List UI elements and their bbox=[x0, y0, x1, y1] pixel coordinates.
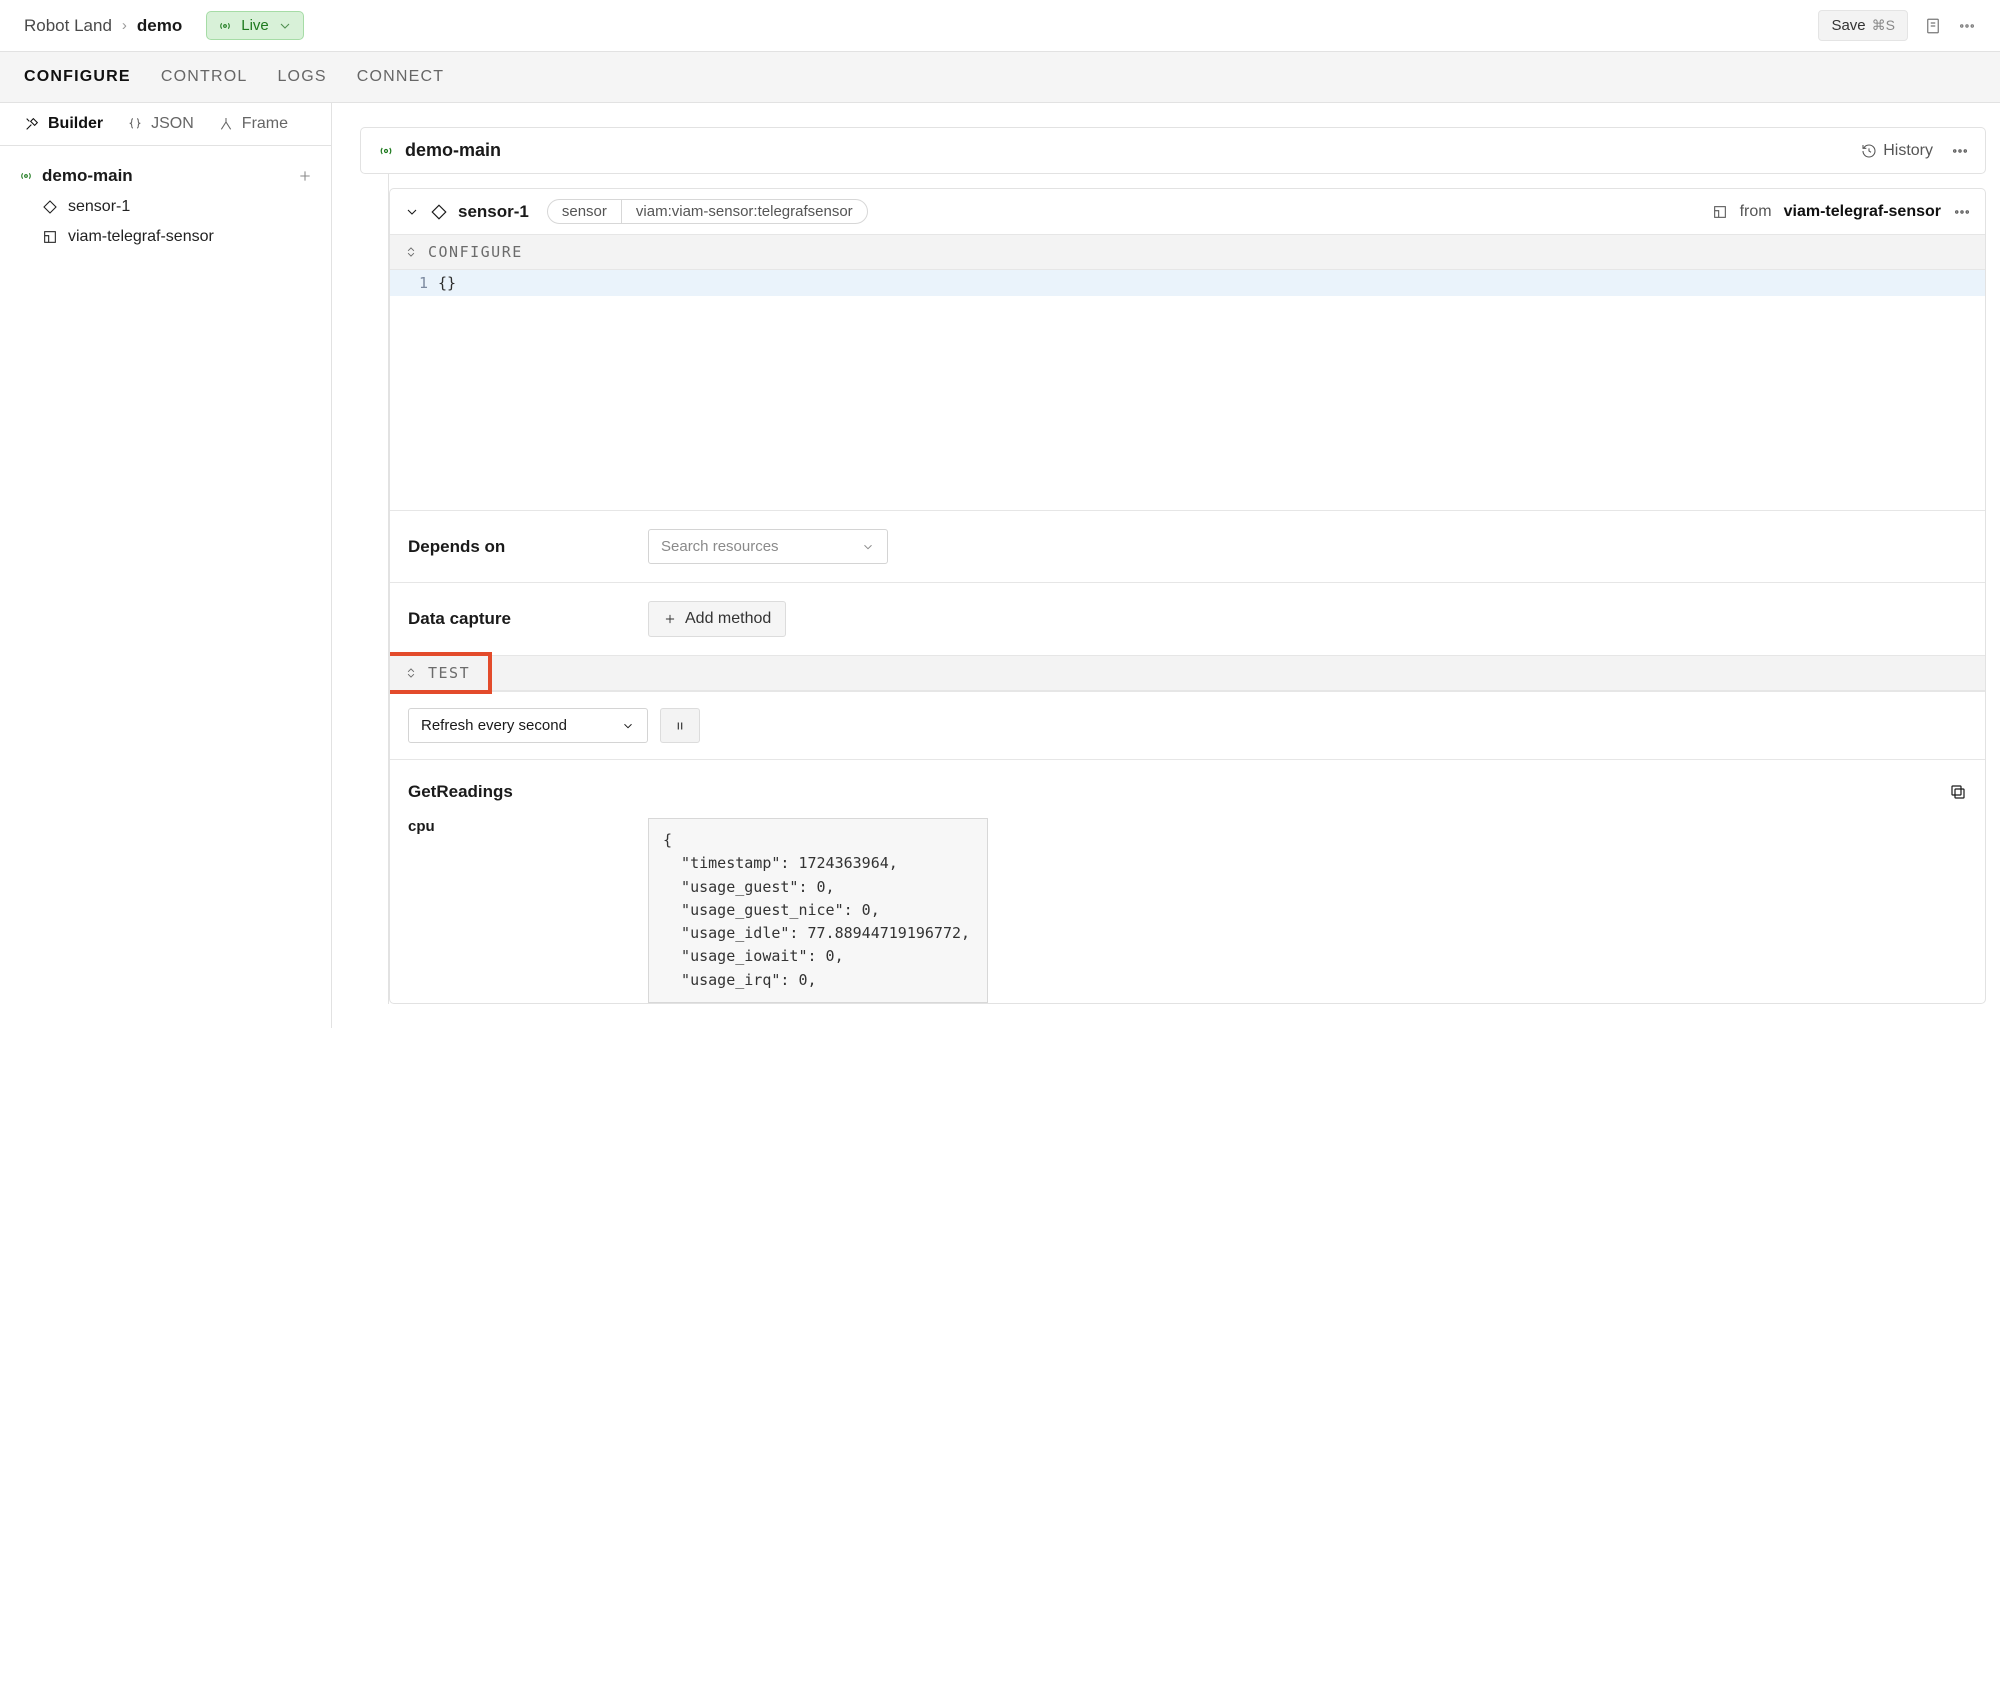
from-module[interactable]: viam-telegraf-sensor bbox=[1784, 203, 1941, 221]
tree-item-sensor-1[interactable]: sensor-1 bbox=[12, 192, 319, 222]
copy-icon[interactable] bbox=[1949, 783, 1967, 801]
save-shortcut: ⌘S bbox=[1872, 17, 1895, 34]
frame-icon bbox=[218, 116, 234, 132]
tab-configure[interactable]: CONFIGURE bbox=[24, 52, 131, 102]
code-text: {} bbox=[438, 270, 456, 296]
resource-tree: demo-main sensor-1 viam-telegraf-sensor bbox=[0, 146, 331, 266]
resource-header: sensor-1 sensor viam:viam-sensor:telegra… bbox=[390, 189, 1985, 234]
tree-item-telegraf[interactable]: viam-telegraf-sensor bbox=[12, 222, 319, 252]
tab-logs[interactable]: LOGS bbox=[277, 52, 326, 102]
reading-json: { "timestamp": 1724363964, "usage_guest"… bbox=[648, 818, 988, 1003]
tree-root-label: demo-main bbox=[42, 166, 133, 186]
more-icon[interactable] bbox=[1958, 17, 1976, 35]
resource-model: viam:viam-sensor:telegrafsensor bbox=[622, 200, 867, 223]
primary-tabs: CONFIGURE CONTROL LOGS CONNECT bbox=[0, 51, 2000, 103]
configure-section-header[interactable]: CONFIGURE bbox=[390, 234, 1985, 270]
save-label: Save bbox=[1831, 17, 1865, 34]
reading-key: cpu bbox=[408, 818, 608, 1003]
depends-placeholder: Search resources bbox=[661, 538, 779, 555]
resource-type: sensor bbox=[548, 200, 622, 223]
plus-icon bbox=[663, 612, 677, 626]
module-icon bbox=[1712, 204, 1728, 220]
live-status-pill[interactable]: Live bbox=[206, 11, 304, 40]
pause-button[interactable] bbox=[660, 708, 700, 743]
chevron-down-icon bbox=[277, 18, 293, 34]
tab-connect[interactable]: CONNECT bbox=[357, 52, 445, 102]
breadcrumb-project[interactable]: demo bbox=[137, 16, 182, 36]
history-icon bbox=[1861, 143, 1877, 159]
collapse-icon bbox=[404, 245, 418, 259]
top-bar: Robot Land › demo Live Save ⌘S bbox=[0, 0, 2000, 51]
configure-label: CONFIGURE bbox=[428, 243, 523, 261]
test-controls: Refresh every second bbox=[390, 691, 1985, 759]
breadcrumb-org[interactable]: Robot Land bbox=[24, 16, 112, 36]
broadcast-icon bbox=[377, 142, 395, 160]
diamond-icon bbox=[430, 203, 448, 221]
tools-icon bbox=[24, 116, 40, 132]
tree-root[interactable]: demo-main bbox=[12, 160, 319, 192]
module-icon bbox=[42, 229, 58, 245]
from-label: from bbox=[1740, 203, 1772, 221]
tree-item-label: viam-telegraf-sensor bbox=[68, 228, 214, 246]
sidebar: Builder JSON Frame demo-main bbox=[0, 103, 332, 1028]
machine-title: demo-main bbox=[405, 140, 501, 161]
breadcrumb: Robot Land › demo Live bbox=[24, 11, 304, 40]
readings-body: cpu { "timestamp": 1724363964, "usage_gu… bbox=[390, 812, 1985, 1003]
side-tab-builder[interactable]: Builder bbox=[24, 115, 103, 133]
chevron-down-icon bbox=[621, 719, 635, 733]
resource-type-pill: sensor viam:viam-sensor:telegrafsensor bbox=[547, 199, 868, 224]
capture-label: Data capture bbox=[408, 609, 608, 629]
add-icon[interactable] bbox=[297, 168, 313, 184]
refresh-select[interactable]: Refresh every second bbox=[408, 708, 648, 743]
test-section-header[interactable]: TEST bbox=[390, 655, 1985, 691]
tab-control[interactable]: CONTROL bbox=[161, 52, 248, 102]
chevron-down-icon[interactable] bbox=[404, 204, 420, 220]
machine-card: demo-main History bbox=[360, 127, 1986, 174]
notes-icon[interactable] bbox=[1924, 17, 1942, 35]
depends-section: Depends on Search resources bbox=[390, 510, 1985, 582]
diamond-icon bbox=[42, 199, 58, 215]
collapse-icon bbox=[404, 666, 418, 680]
depends-search[interactable]: Search resources bbox=[648, 529, 888, 564]
braces-icon bbox=[127, 116, 143, 132]
tree-item-label: sensor-1 bbox=[68, 198, 130, 216]
data-capture-section: Data capture Add method bbox=[390, 582, 1985, 655]
pause-icon bbox=[673, 719, 687, 733]
readings-header: GetReadings bbox=[390, 759, 1985, 812]
live-label: Live bbox=[241, 17, 269, 34]
chevron-right-icon: › bbox=[122, 17, 127, 34]
save-button[interactable]: Save ⌘S bbox=[1818, 10, 1908, 41]
configure-editor[interactable]: 1 {} bbox=[390, 270, 1985, 510]
test-label: TEST bbox=[428, 664, 470, 682]
machine-card-header: demo-main History bbox=[361, 128, 1985, 173]
depends-label: Depends on bbox=[408, 537, 608, 557]
resource-name: sensor-1 bbox=[458, 202, 529, 222]
side-tabs: Builder JSON Frame bbox=[0, 103, 331, 146]
broadcast-icon bbox=[18, 168, 34, 184]
side-tab-frame[interactable]: Frame bbox=[218, 115, 288, 133]
more-icon[interactable] bbox=[1953, 203, 1971, 221]
readings-title: GetReadings bbox=[408, 782, 513, 802]
line-number: 1 bbox=[390, 270, 438, 296]
more-icon[interactable] bbox=[1951, 142, 1969, 160]
history-button[interactable]: History bbox=[1861, 142, 1933, 160]
main-panel: demo-main History sensor-1 bbox=[332, 103, 2000, 1028]
resource-card: sensor-1 sensor viam:viam-sensor:telegra… bbox=[389, 188, 1986, 1004]
top-right-actions: Save ⌘S bbox=[1818, 10, 1976, 41]
chevron-down-icon bbox=[861, 540, 875, 554]
add-method-button[interactable]: Add method bbox=[648, 601, 786, 637]
side-tab-json[interactable]: JSON bbox=[127, 115, 194, 133]
broadcast-icon bbox=[217, 18, 233, 34]
